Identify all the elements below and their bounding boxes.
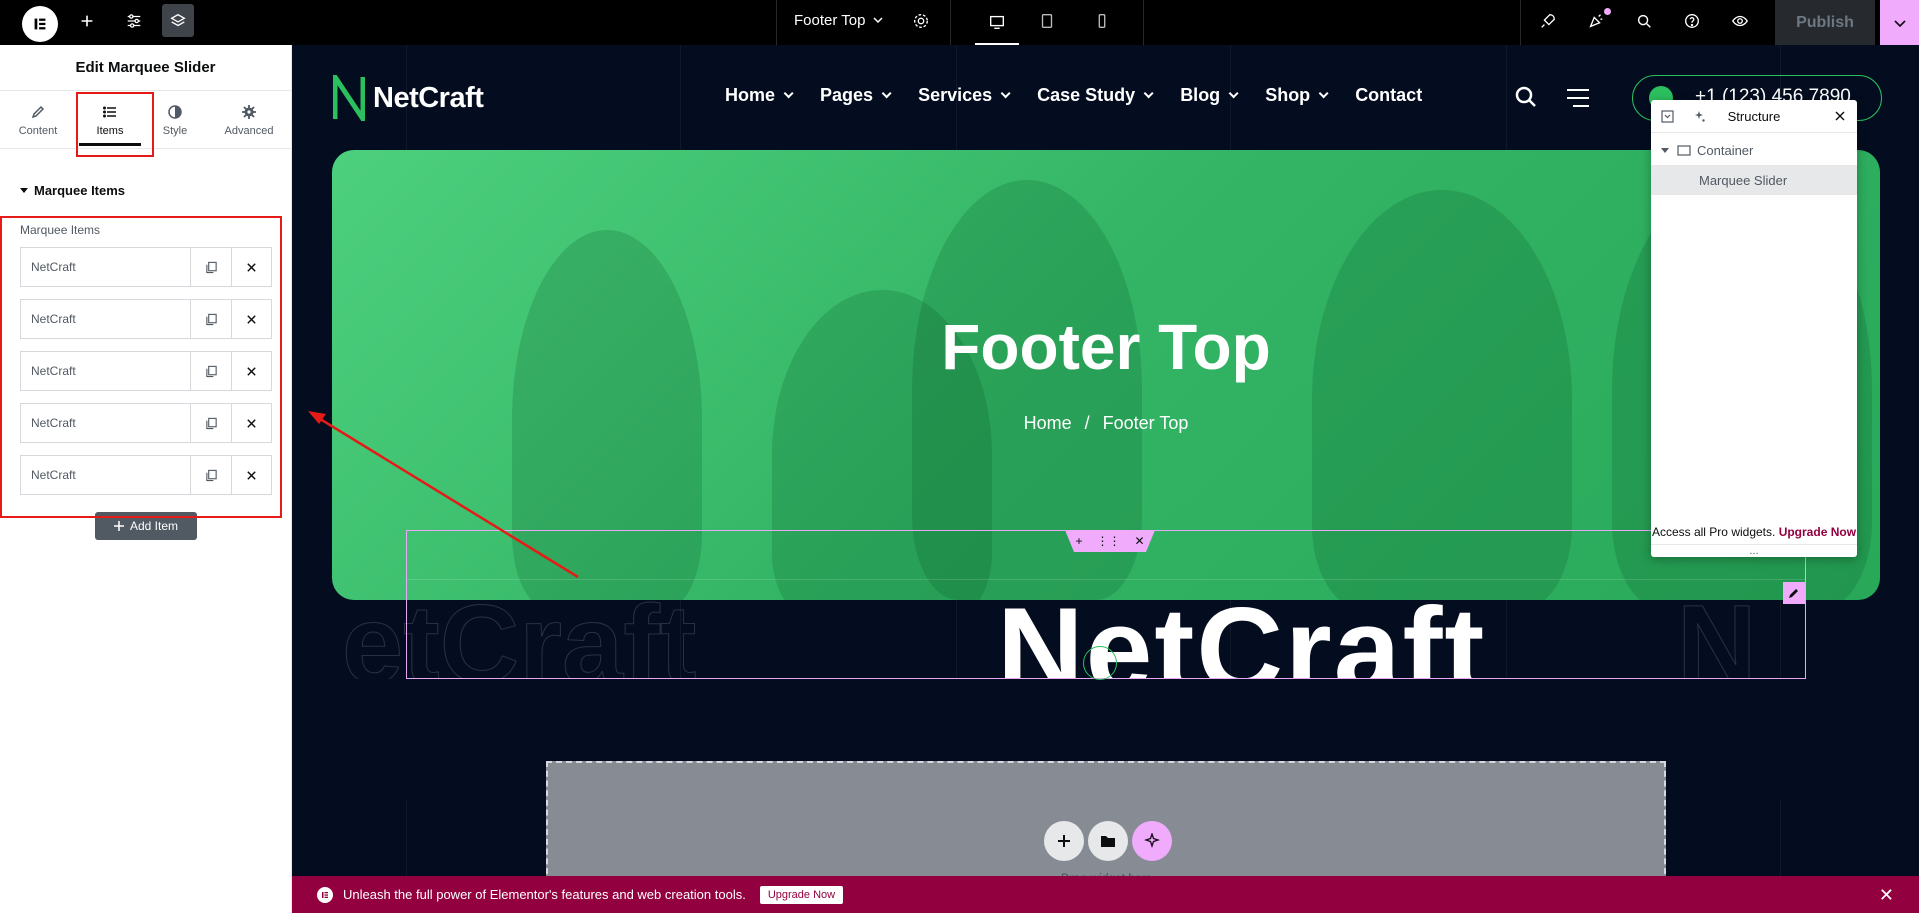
desktop-device-icon[interactable] [975, 0, 1019, 45]
search-icon[interactable] [1628, 4, 1660, 37]
chevron-down-icon [1000, 88, 1011, 99]
close-icon[interactable]: ✕ [1134, 534, 1144, 548]
document-title[interactable]: Footer Top [794, 12, 865, 29]
gear-icon [242, 104, 256, 119]
nav-label: Home [725, 85, 776, 105]
add-element-icon[interactable] [71, 4, 103, 37]
pencil-icon [31, 105, 45, 118]
structure-panel: Structure Container Marquee Slider Acces… [1651, 100, 1857, 557]
nav-item-case-study[interactable]: Case Study [1037, 85, 1154, 106]
mobile-device-icon[interactable] [1086, 4, 1118, 37]
structure-layers-icon[interactable] [162, 4, 194, 37]
template-library-folder-icon[interactable] [1088, 821, 1128, 861]
structure-header: Structure [1651, 100, 1857, 133]
contrast-icon [168, 104, 182, 119]
nav-item-services[interactable]: Services [918, 85, 1011, 106]
publish-button[interactable]: Publish [1775, 0, 1875, 45]
chevron-down-icon [1143, 88, 1154, 99]
section-title: Marquee Items [34, 183, 126, 198]
notification-dot [1604, 8, 1611, 15]
close-icon[interactable]: ✕ [1879, 885, 1894, 906]
drag-icon[interactable]: ⋮⋮ [1096, 534, 1120, 548]
tab-advanced[interactable]: Advanced [213, 91, 285, 149]
nav-label: Pages [820, 85, 874, 105]
structure-item-label: Container [1697, 142, 1754, 158]
section-toggle[interactable]: Marquee Items [20, 183, 125, 198]
chevron-down-icon [1228, 88, 1239, 99]
tab-content[interactable]: Content [2, 91, 74, 149]
nav-label: Shop [1265, 85, 1311, 105]
chevron-down-icon [783, 88, 794, 99]
chevron-down-icon [1893, 19, 1906, 27]
nav-label: Contact [1355, 85, 1423, 105]
ai-sparkle-icon[interactable] [1132, 821, 1172, 861]
container-icon [1677, 144, 1691, 156]
resize-handle[interactable]: ... [1651, 544, 1857, 557]
hero-title: Footer Top [941, 311, 1271, 383]
divider [1520, 0, 1521, 45]
highlight-box [76, 92, 154, 157]
caret-down-icon[interactable] [1661, 147, 1669, 153]
tab-label: Content [18, 124, 58, 137]
structure-item-marquee-slider[interactable]: Marquee Slider [1651, 165, 1857, 195]
widget-handle[interactable]: + ⋮⋮ ✕ [1065, 530, 1155, 552]
nav-item-pages[interactable]: Pages [820, 85, 892, 106]
tab-label: Advanced [224, 124, 274, 137]
editor-topbar: Footer Top Publish [0, 0, 1919, 45]
decor-circle [1083, 646, 1117, 680]
breadcrumb: Home / Footer Top [332, 413, 1880, 434]
add-icon[interactable]: + [1075, 534, 1082, 548]
nav-item-blog[interactable]: Blog [1180, 85, 1239, 106]
editor-panel: Edit Marquee Slider Content Items Style … [0, 45, 292, 913]
structure-item-container[interactable]: Container [1651, 135, 1857, 165]
chevron-down-icon [1318, 88, 1329, 99]
logo-text: NetCraft [373, 81, 484, 114]
rocket-icon[interactable] [1532, 4, 1564, 37]
nav-label: Services [918, 85, 993, 105]
notice-upgrade-button[interactable]: Upgrade Now [759, 885, 844, 904]
pro-widgets-text: Access all Pro widgets. [1651, 525, 1776, 539]
search-icon[interactable] [1515, 86, 1537, 108]
preview-eye-icon[interactable] [1724, 4, 1756, 37]
tab-label: Style [162, 124, 188, 137]
plus-icon [113, 521, 124, 531]
caret-down-icon [20, 188, 28, 193]
close-icon[interactable] [1835, 111, 1845, 121]
breadcrumb-current: Footer Top [1102, 413, 1189, 433]
site-settings-icon[interactable] [118, 4, 150, 37]
chevron-down-icon [881, 88, 892, 99]
divider [950, 0, 951, 45]
elementor-notice-icon [317, 886, 333, 903]
highlight-box [0, 216, 282, 518]
upgrade-notice-bar: Unleash the full power of Elementor's fe… [292, 876, 1919, 913]
edit-widget-pencil-icon[interactable] [1783, 582, 1805, 604]
netcraft-logo-icon [333, 75, 365, 121]
nav-item-shop[interactable]: Shop [1265, 85, 1329, 106]
main-nav: Home Pages Services Case Study Blog Shop… [725, 85, 1422, 106]
structure-item-label: Marquee Slider [1699, 172, 1788, 188]
breadcrumb-home[interactable]: Home [1024, 413, 1072, 433]
divider [1143, 0, 1144, 45]
divider [776, 0, 777, 45]
nav-label: Blog [1180, 85, 1221, 105]
notice-text: Unleash the full power of Elementor's fe… [343, 887, 746, 902]
site-logo[interactable]: NetCraft [333, 75, 484, 121]
breadcrumb-separator: / [1084, 413, 1090, 433]
tablet-device-icon[interactable] [1031, 4, 1063, 37]
nav-item-contact[interactable]: Contact [1355, 85, 1422, 106]
panel-title: Edit Marquee Slider [0, 45, 291, 91]
nav-item-home[interactable]: Home [725, 85, 794, 106]
elementor-logo-icon[interactable] [22, 6, 58, 42]
structure-footer: Access all Pro widgets. Upgrade Now [1651, 525, 1857, 539]
page-settings-gear-icon[interactable] [905, 4, 937, 37]
structure-title: Structure [1727, 108, 1781, 124]
publish-options-button[interactable] [1880, 0, 1919, 45]
add-section-plus-icon[interactable] [1044, 821, 1084, 861]
menu-icon[interactable] [1565, 88, 1591, 108]
add-item-label: Add Item [129, 519, 179, 533]
upgrade-now-link[interactable]: Upgrade Now [1779, 525, 1856, 539]
nav-label: Case Study [1037, 85, 1136, 105]
help-icon[interactable] [1676, 4, 1708, 37]
chevron-down-icon[interactable] [872, 14, 884, 26]
